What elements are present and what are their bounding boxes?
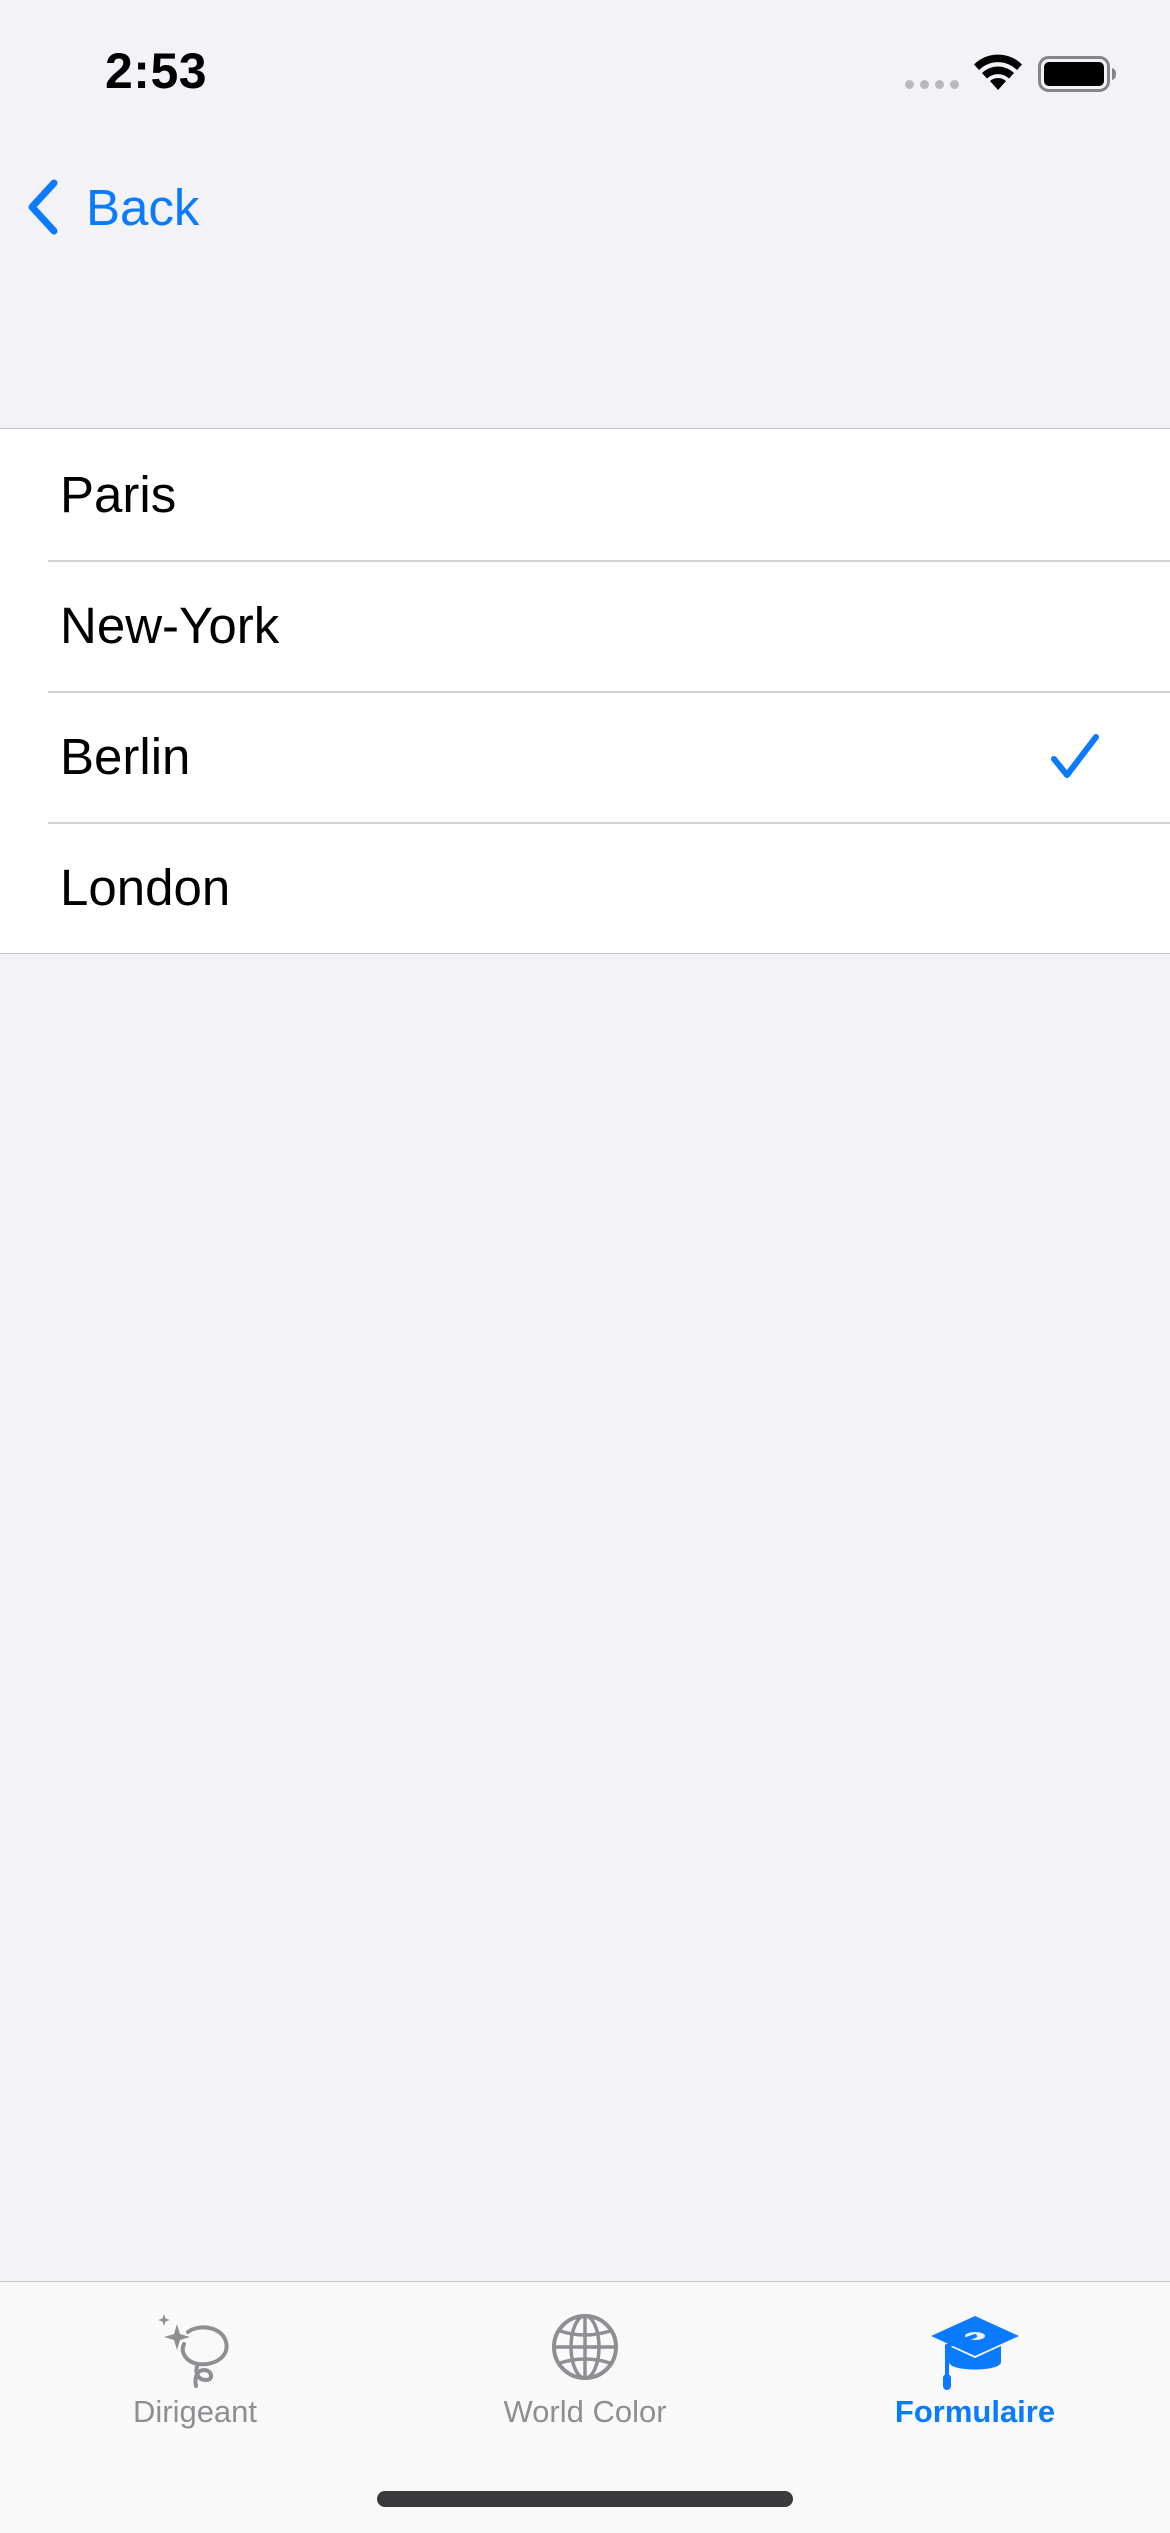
city-list: Paris New-York Berlin London xyxy=(0,428,1170,954)
list-item-label: London xyxy=(60,859,231,916)
cellular-signal-icon xyxy=(905,80,959,89)
status-bar: 2:53 xyxy=(0,0,1170,150)
home-indicator xyxy=(377,2491,793,2507)
tab-label: Formulaire xyxy=(894,2394,1056,2429)
list-item-paris[interactable]: Paris xyxy=(0,429,1170,560)
globe-icon xyxy=(552,2314,618,2380)
status-time: 2:53 xyxy=(105,43,208,99)
sparkles-lasso-icon xyxy=(158,2314,229,2388)
back-chevron-icon xyxy=(28,179,58,235)
list-item-berlin[interactable]: Berlin xyxy=(0,691,1170,822)
tab-world-color[interactable]: World Color xyxy=(390,2282,780,2452)
tab-label: World Color xyxy=(503,2394,667,2429)
list-item-new-york[interactable]: New-York xyxy=(0,560,1170,691)
list-item-label: Paris xyxy=(60,466,177,523)
list-item-label: Berlin xyxy=(60,728,191,785)
back-button[interactable]: Back xyxy=(22,172,199,242)
wifi-icon xyxy=(974,54,1022,90)
list-item-london[interactable]: London xyxy=(0,822,1170,953)
checkmark-icon xyxy=(1051,734,1099,778)
list-item-label: New-York xyxy=(60,597,280,654)
tab-label: Dirigeant xyxy=(132,2394,258,2429)
back-label: Back xyxy=(86,178,200,236)
tab-bar: Dirigeant World Color Formulaire xyxy=(0,2281,1170,2533)
graduation-cap-icon xyxy=(931,2316,1019,2390)
battery-icon xyxy=(1038,56,1116,92)
tab-formulaire[interactable]: Formulaire xyxy=(780,2282,1170,2452)
tab-dirigeant[interactable]: Dirigeant xyxy=(0,2282,390,2452)
